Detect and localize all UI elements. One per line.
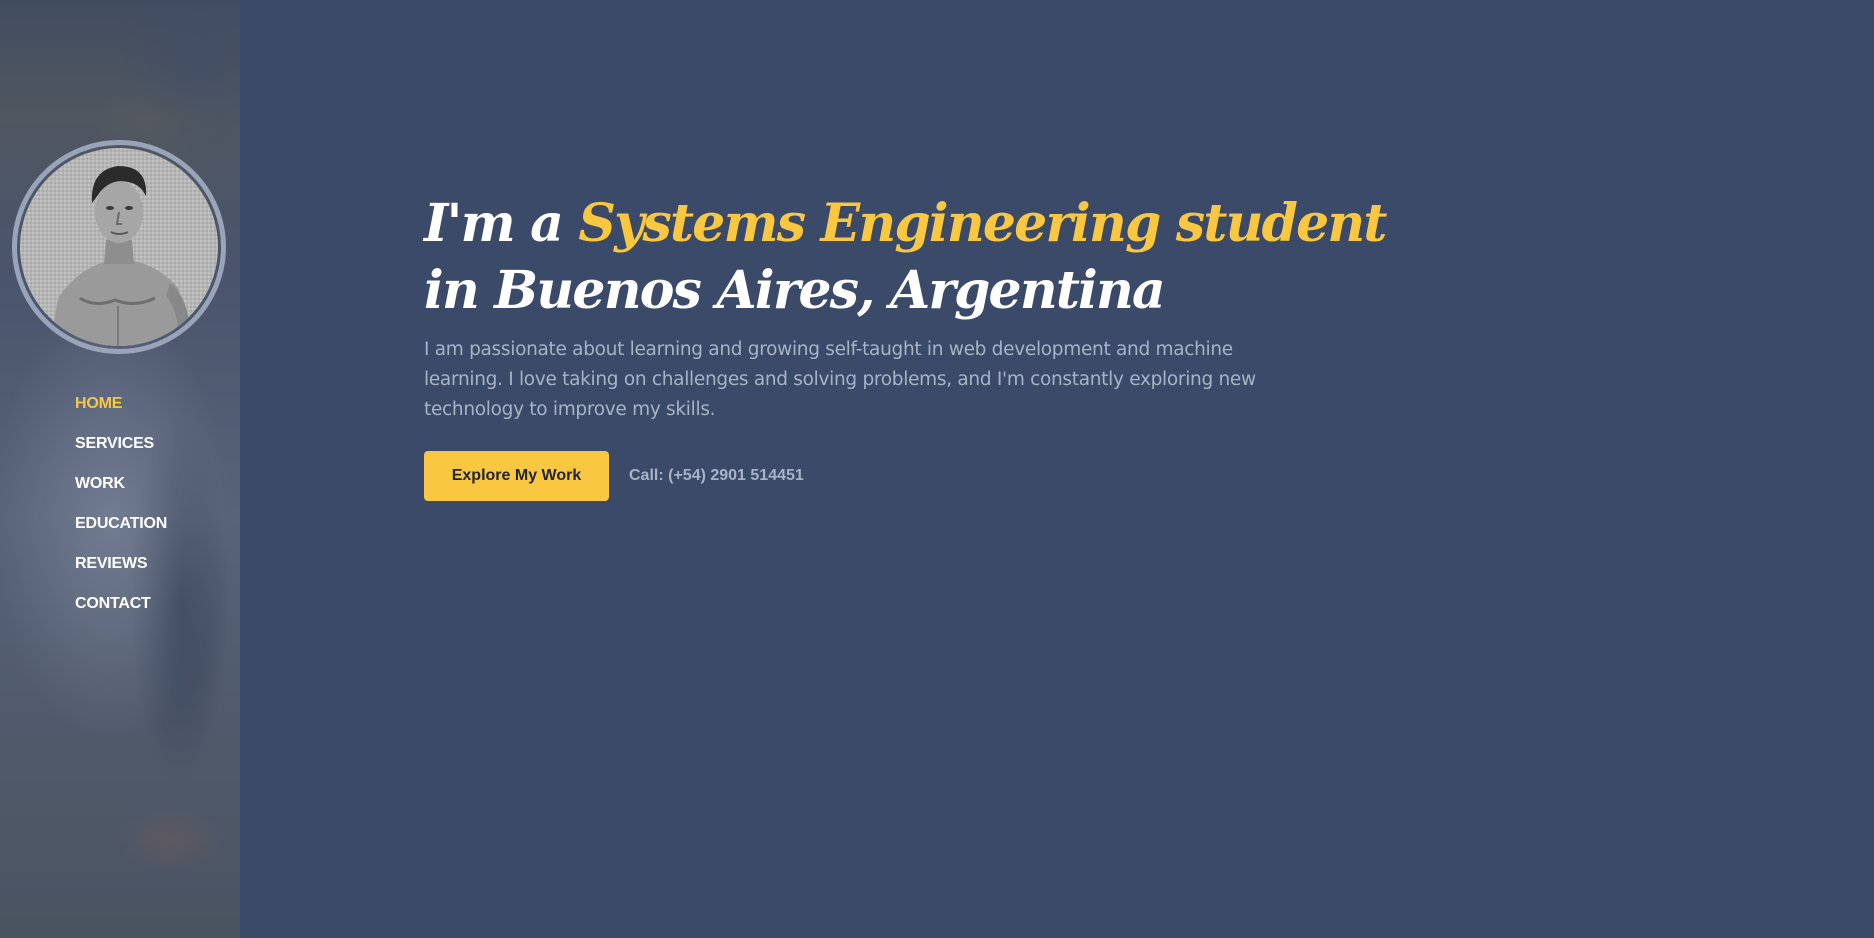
nav-item-services[interactable]: SERVICES (75, 432, 167, 472)
hero-headline: I'm a Systems Engineering student in Bue… (424, 190, 1387, 324)
page: HOME SERVICES WORK EDUCATION REVIEWS CON… (0, 0, 1874, 938)
hero-actions: Explore My Work Call: (+54) 2901 514451 (424, 451, 1284, 501)
profile-portrait-graphic (50, 166, 192, 346)
profile-photo (20, 148, 218, 346)
headline-prefix: I'm a (424, 193, 579, 254)
nav-item-contact[interactable]: CONTACT (75, 592, 167, 632)
headline-line-2: in Buenos Aires, Argentina (424, 260, 1166, 321)
avatar (12, 140, 226, 354)
hero-intro: I am passionate about learning and growi… (424, 339, 1256, 420)
nav-item-home[interactable]: HOME (75, 392, 167, 432)
nav-item-education[interactable]: EDUCATION (75, 512, 167, 552)
sidebar: HOME SERVICES WORK EDUCATION REVIEWS CON… (0, 0, 240, 938)
call-link[interactable]: Call: (+54) 2901 514451 (629, 467, 804, 485)
explore-work-button[interactable]: Explore My Work (424, 451, 609, 501)
headline-accent: Systems Engineering student (578, 193, 1387, 254)
hero-section: I'm a Systems Engineering student in Bue… (424, 190, 1387, 501)
nav-item-work[interactable]: WORK (75, 472, 167, 512)
main-nav: HOME SERVICES WORK EDUCATION REVIEWS CON… (75, 392, 167, 632)
nav-item-reviews[interactable]: REVIEWS (75, 552, 167, 592)
